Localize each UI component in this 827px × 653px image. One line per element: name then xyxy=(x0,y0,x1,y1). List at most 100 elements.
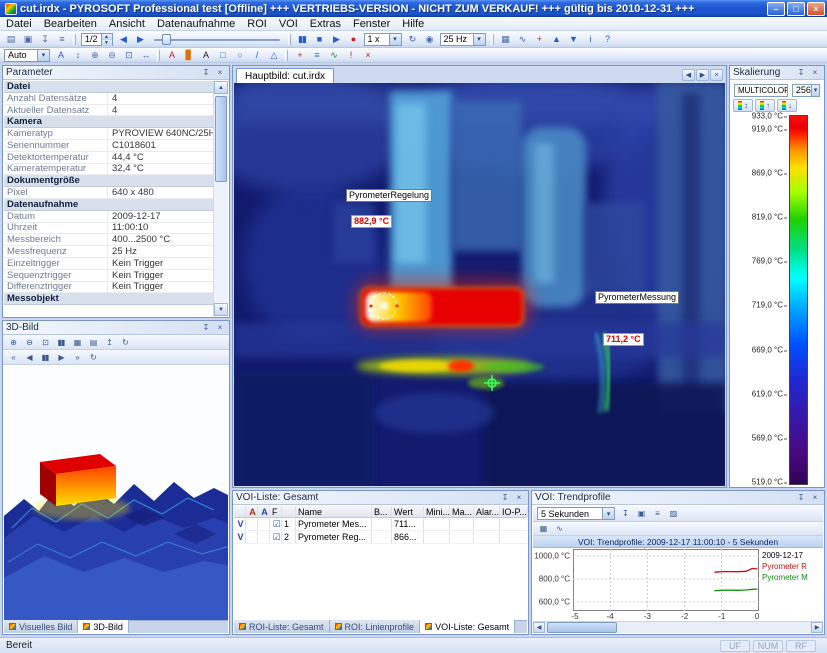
roi-rect-icon[interactable]: □ xyxy=(214,48,231,62)
pin-icon[interactable]: ↧ xyxy=(795,67,807,78)
pin-icon[interactable]: ↧ xyxy=(795,492,807,503)
stop-icon[interactable]: ■ xyxy=(311,32,328,46)
palette-icon[interactable]: ▊ xyxy=(180,48,197,62)
parameter-scrollbar[interactable]: ▲ ▼ xyxy=(213,81,228,316)
column-header[interactable]: Name xyxy=(296,506,372,517)
toolbar-grip[interactable] xyxy=(73,34,76,45)
column-header[interactable]: F xyxy=(270,506,282,517)
pin-icon[interactable]: ↧ xyxy=(200,322,212,333)
prev-frame-icon[interactable]: ◀ xyxy=(21,351,37,364)
pin-icon[interactable]: ↧ xyxy=(200,67,212,78)
voi-point-icon[interactable]: + xyxy=(291,48,308,62)
view3d-panel-header[interactable]: 3D-Bild ↧× xyxy=(3,321,229,335)
list-tab[interactable]: ROI-Liste: Gesamt xyxy=(234,620,330,633)
scroll-right-icon[interactable]: ▶ xyxy=(811,622,823,633)
grid-3d-icon[interactable]: ▦ xyxy=(69,336,85,349)
menu-fenster[interactable]: Fenster xyxy=(347,17,396,30)
parameter-row[interactable]: Seriennummer C1018601 xyxy=(4,140,213,152)
roi-temp-regelung[interactable]: 882,9 °C xyxy=(351,215,392,228)
last-frame-icon[interactable]: » xyxy=(69,351,85,364)
scale-range-icon[interactable]: ↕ xyxy=(69,48,86,62)
parameter-row[interactable]: Messbereich 400...2500 °C xyxy=(4,234,213,246)
column-header[interactable] xyxy=(234,506,246,517)
zoom-in-3d-icon[interactable]: ⊕ xyxy=(5,336,21,349)
prev-view-icon[interactable]: ◀ xyxy=(682,69,695,81)
parameter-row[interactable]: Messfrequenz 25 Hz xyxy=(4,246,213,258)
scale-panel-header[interactable]: Skalierung ↧× xyxy=(730,66,824,80)
close-panel-icon[interactable]: × xyxy=(214,67,226,78)
menu-ansicht[interactable]: Ansicht xyxy=(103,17,151,30)
document-tab[interactable]: Hauptbild: cut.irdx xyxy=(236,68,334,83)
parameter-row[interactable]: Einzeltrigger Kein Trigger xyxy=(4,258,213,270)
close-panel-icon[interactable]: × xyxy=(809,67,821,78)
trend-scrollbar[interactable]: ◀ ▶ xyxy=(533,621,823,633)
zoom-fit-3d-icon[interactable]: ⊡ xyxy=(37,336,53,349)
parameter-panel-header[interactable]: Parameter ↧× xyxy=(3,66,229,80)
voi-panel-header[interactable]: VOI-Liste: Gesamt ↧× xyxy=(233,491,528,505)
trend-settings-icon[interactable]: ▨ xyxy=(665,507,681,520)
parameter-row[interactable]: Datum 2009-12-17 xyxy=(4,211,213,223)
trend-copy-icon[interactable]: ▣ xyxy=(633,507,649,520)
rotate-3d-icon[interactable]: ↻ xyxy=(117,336,133,349)
camera-icon[interactable]: ▦ xyxy=(497,32,514,46)
menu-hilfe[interactable]: Hilfe xyxy=(396,17,430,30)
frequency-combo[interactable]: 25 Hz ▾ xyxy=(440,33,486,46)
color-scale-bar[interactable] xyxy=(789,115,808,485)
column-header[interactable]: Alar... xyxy=(474,506,500,517)
column-header[interactable]: A xyxy=(258,506,270,517)
parameter-row[interactable]: Sequenztrigger Kein Trigger xyxy=(4,270,213,282)
parameter-row[interactable]: Kamera xyxy=(4,116,213,128)
trend-export-icon[interactable]: ↧ xyxy=(617,507,633,520)
column-header[interactable]: Mini... xyxy=(424,506,450,517)
scrollbar-thumb[interactable] xyxy=(215,96,227,182)
record-icon[interactable]: ● xyxy=(345,32,362,46)
palette-combo[interactable]: MULTICOLOR ▾ xyxy=(734,84,788,97)
close-panel-icon[interactable]: × xyxy=(809,492,821,503)
chevron-down-icon[interactable]: ▾ xyxy=(602,508,614,519)
roi-polygon-icon[interactable]: △ xyxy=(265,48,282,62)
trend-panel-header[interactable]: VOI: Trendprofile ↧× xyxy=(532,491,824,505)
scroll-up-icon[interactable]: ▲ xyxy=(214,81,228,94)
trend-range-combo[interactable]: 5 Sekunden ▾ xyxy=(537,507,615,520)
list-tab[interactable]: ROI: Linienprofile xyxy=(330,620,421,633)
move-down-icon[interactable]: ▼ xyxy=(565,32,582,46)
snapshot-icon[interactable]: ◉ xyxy=(421,32,438,46)
profile-icon[interactable]: ∿ xyxy=(514,32,531,46)
dataset-spinner[interactable]: 1/2 ▲▼ xyxy=(81,33,113,46)
zoom-out-3d-icon[interactable]: ⊖ xyxy=(21,336,37,349)
close-view-icon[interactable]: × xyxy=(710,69,723,81)
parameter-row[interactable]: Anzahl Datensätze 4 xyxy=(4,93,213,105)
text-label-icon[interactable]: A xyxy=(197,48,214,62)
next-dataset-icon[interactable]: ▶ xyxy=(132,32,149,46)
menu-datenaufnahme[interactable]: Datenaufnahme xyxy=(151,17,241,30)
chevron-down-icon[interactable]: ▾ xyxy=(473,34,485,45)
parameter-row[interactable]: Dokumentgröße xyxy=(4,175,213,187)
prev-dataset-icon[interactable]: ◀ xyxy=(115,32,132,46)
isotherm-icon[interactable]: A xyxy=(163,48,180,62)
table-row[interactable]: V ☑ 1 Pyrometer Mes... 711... xyxy=(234,518,527,531)
trend-table-icon[interactable]: ▦ xyxy=(535,522,551,535)
toolbar-grip[interactable] xyxy=(285,50,288,61)
column-header[interactable] xyxy=(282,506,296,517)
list-tab[interactable]: VOI-Liste: Gesamt xyxy=(420,620,515,633)
parameter-row[interactable]: Messobjekt xyxy=(4,293,213,305)
close-button[interactable]: × xyxy=(807,2,825,16)
play-frame-icon[interactable]: ▶ xyxy=(53,351,69,364)
column-header[interactable]: IO-P... xyxy=(500,506,528,517)
autoscale-icon[interactable]: A xyxy=(52,48,69,62)
next-view-icon[interactable]: ▶ xyxy=(696,69,709,81)
parameter-row[interactable]: Aktueller Datensatz 4 xyxy=(4,105,213,117)
parameter-row[interactable]: Datenaufnahme xyxy=(4,199,213,211)
zoom-fit-icon[interactable]: ⊡ xyxy=(120,48,137,62)
parameter-row[interactable]: Kameratyp PYROVIEW 640NC/25HZ/17 X13 xyxy=(4,128,213,140)
marker-icon[interactable]: + xyxy=(531,32,548,46)
trend-chart[interactable]: 1000,0 °C800,0 °C600,0 °C -5-4-3-2-10 xyxy=(533,548,823,622)
first-frame-icon[interactable]: « xyxy=(5,351,21,364)
roi-temp-messung[interactable]: 711,2 °C xyxy=(603,333,644,346)
slider-track[interactable] xyxy=(154,39,280,41)
pause-frame-icon[interactable]: ▮▮ xyxy=(37,351,53,364)
chevron-down-icon[interactable]: ▾ xyxy=(811,85,819,96)
enabled-checkbox[interactable]: ☑ xyxy=(270,531,282,543)
raise-3d-icon[interactable]: ↥ xyxy=(101,336,117,349)
roi-label-regelung[interactable]: PyrometerRegelung xyxy=(346,189,432,202)
